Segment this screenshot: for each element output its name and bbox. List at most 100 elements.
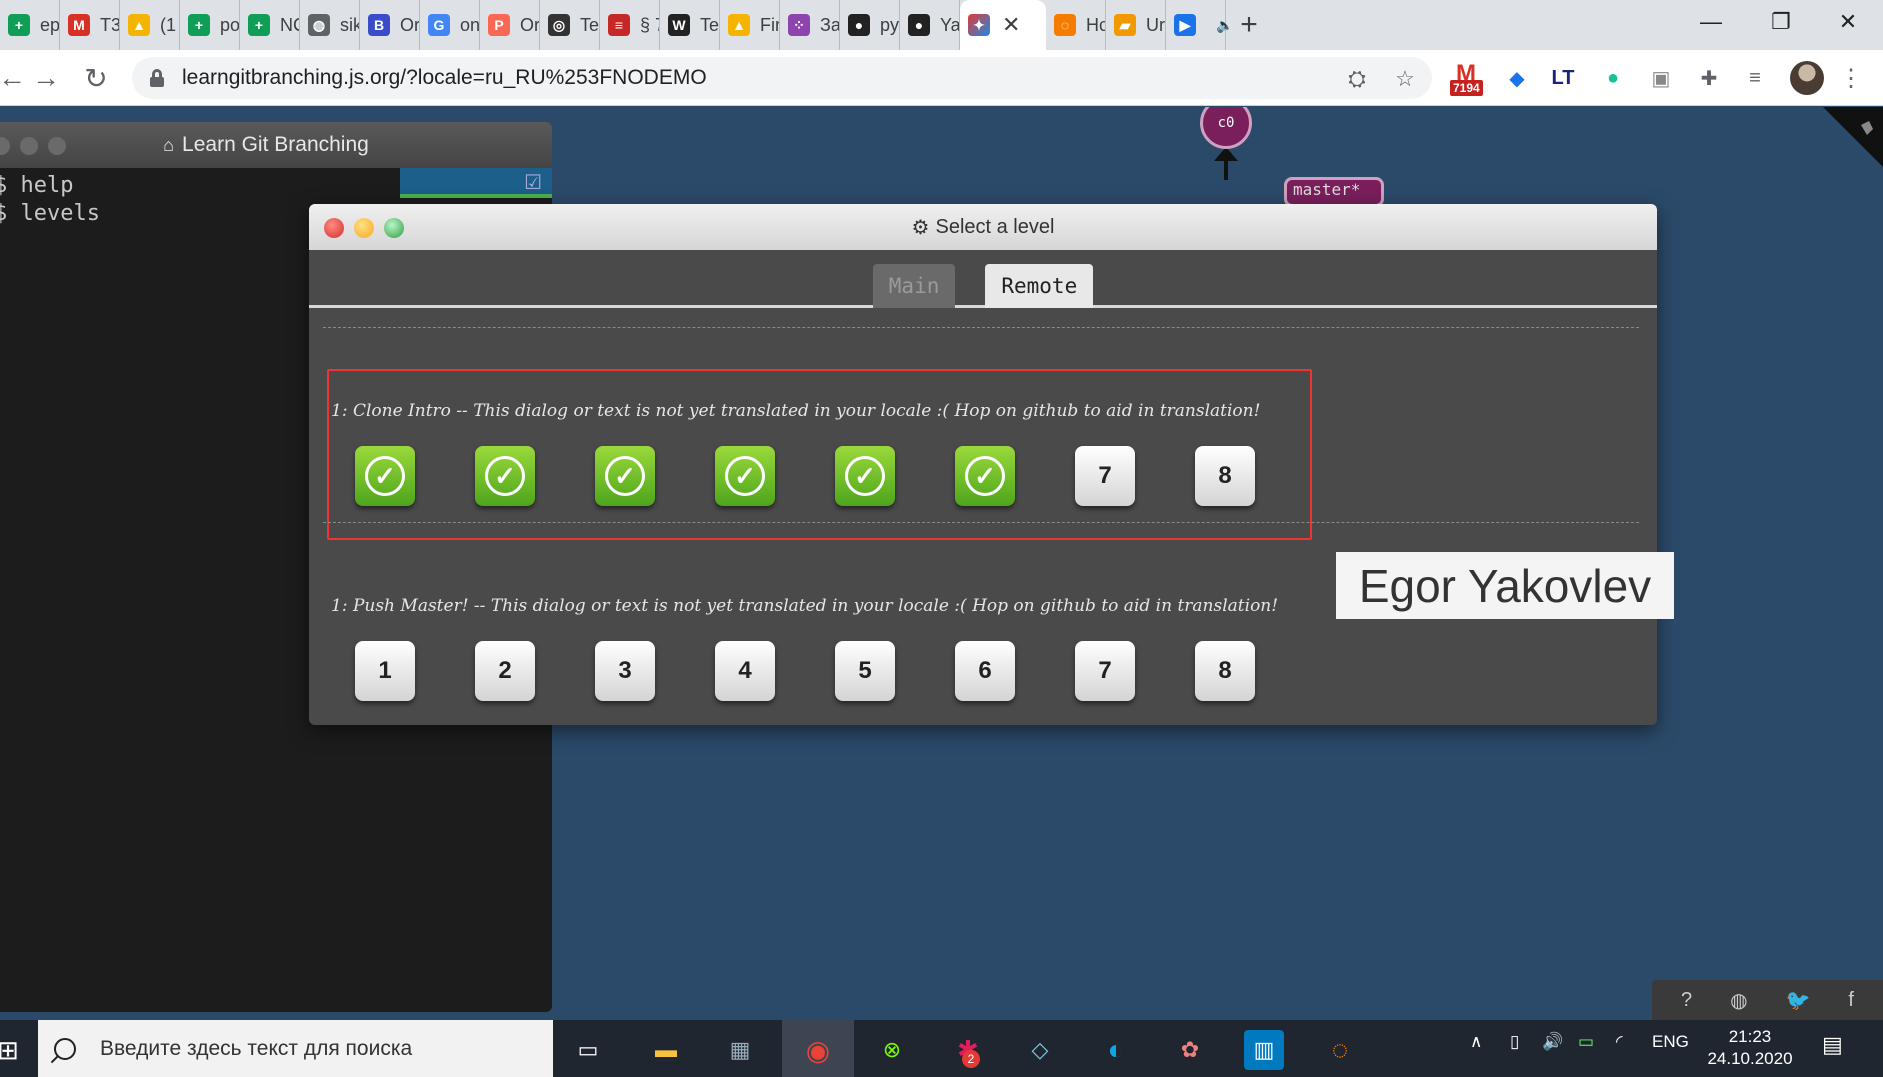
level-button[interactable]: 1 (355, 641, 415, 701)
usb-icon[interactable]: ▯ (1510, 1032, 1519, 1052)
level-button[interactable]: ✓ (475, 446, 535, 506)
lt-extension-icon[interactable]: LT (1548, 63, 1578, 93)
browser-tab[interactable]: W Te (660, 0, 720, 50)
level-button[interactable]: 3 (595, 641, 655, 701)
taskbar-search[interactable]: Введите здесь текст для поиска (38, 1020, 553, 1077)
tray-overflow-icon[interactable]: ∧ (1470, 1032, 1482, 1052)
browser-tab[interactable]: B Or (360, 0, 420, 50)
task-view-icon[interactable]: ▭ (566, 1028, 610, 1072)
browser-menu-icon[interactable]: ⋮ (1836, 63, 1866, 93)
grammarly-icon[interactable]: ● (1598, 63, 1628, 93)
gmail-unread-count: 7194 (1450, 80, 1483, 96)
browser-tab[interactable]: ◍ sik (300, 0, 360, 50)
browser-tab[interactable]: ● Ya (900, 0, 960, 50)
extensions-puzzle-icon[interactable]: ✚ (1694, 63, 1724, 93)
level-button[interactable]: 8 (1195, 641, 1255, 701)
browser-tab[interactable]: ⁘ За (780, 0, 840, 50)
address-bar[interactable]: learngitbranching.js.org/?locale=ru_RU%2… (132, 57, 1432, 99)
close-tab-icon[interactable]: ✕ (1002, 12, 1020, 38)
chrome-icon[interactable]: ◉ (796, 1028, 840, 1072)
gmail-extension-icon[interactable]: M 7194 (1450, 60, 1490, 96)
branch-label[interactable]: master* (1284, 177, 1384, 207)
jupyter-icon[interactable]: ◌ (1318, 1028, 1362, 1072)
app-icon[interactable]: ✿ (1168, 1028, 1212, 1072)
calculator-icon[interactable]: ▦ (718, 1028, 762, 1072)
browser-tab[interactable]: ▰ Ur (1106, 0, 1166, 50)
reload-button[interactable]: ↻ (76, 58, 116, 98)
browser-tab[interactable]: + po (180, 0, 240, 50)
level-button[interactable]: ✓ (595, 446, 655, 506)
language-indicator[interactable]: ENG (1652, 1032, 1689, 1052)
notebook-icon[interactable]: ◇ (1018, 1028, 1062, 1072)
browser-tab[interactable]: M Т3 (60, 0, 120, 50)
tab-main[interactable]: Main (872, 264, 956, 308)
level-button[interactable]: ✓ (715, 446, 775, 506)
github-corner-icon[interactable] (1823, 107, 1883, 167)
level-button[interactable]: ✓ (955, 446, 1015, 506)
command-input-strip[interactable]: ☑ (400, 168, 552, 198)
help-icon[interactable]: ? (1681, 989, 1692, 1012)
media-queue-icon[interactable]: ≡ (1740, 63, 1770, 93)
profile-avatar[interactable] (1790, 61, 1824, 95)
level-button[interactable]: ✓ (835, 446, 895, 506)
forward-button[interactable]: → (26, 58, 66, 98)
tab-remote[interactable]: Remote (985, 264, 1094, 308)
close-light-icon[interactable] (324, 218, 344, 238)
minimize-button[interactable]: — (1676, 0, 1746, 44)
level-button[interactable]: 7 (1075, 641, 1135, 701)
browser-tab[interactable]: Gon (420, 0, 480, 50)
browser-tab[interactable]: ◌ Hc (1046, 0, 1106, 50)
browser-tab[interactable]: ◎ Te (540, 0, 600, 50)
level-button[interactable]: 7 (1075, 446, 1135, 506)
restore-button[interactable]: ❐ (1746, 0, 1816, 44)
browser-tab[interactable]: ▶ 🔈 (1166, 0, 1233, 50)
notifications-icon[interactable]: ▤ (1822, 1032, 1843, 1058)
xbox-icon[interactable]: ⊗ (870, 1028, 914, 1072)
wifi-icon[interactable]: ◜ (1616, 1032, 1623, 1052)
level-button[interactable]: 8 (1195, 446, 1255, 506)
sheets-icon: + (248, 14, 270, 36)
level-button[interactable]: ✓ (355, 446, 415, 506)
minimize-light-icon[interactable] (354, 218, 374, 238)
browser-tab[interactable]: ≡ § 7 (600, 0, 660, 50)
clock[interactable]: 21:23 24.10.2020 (1700, 1026, 1800, 1070)
tab-title: (1 (160, 14, 177, 35)
bookmark-star-icon[interactable]: ☆ (1390, 64, 1420, 94)
translate-icon[interactable]: ⛭ (1342, 64, 1372, 94)
checkmark-icon: ✓ (365, 456, 405, 496)
browser-tab[interactable]: ▲ Fir (720, 0, 780, 50)
level-button[interactable]: 4 (715, 641, 775, 701)
globe-icon[interactable]: ◍ (1730, 988, 1747, 1013)
start-button[interactable]: ⊞ (0, 1028, 30, 1072)
commit-node[interactable]: c0 (1200, 107, 1252, 149)
graduation-cap-icon[interactable]: ◆ (1502, 63, 1532, 93)
url-text[interactable]: learngitbranching.js.org/?locale=ru_RU%2… (182, 66, 707, 90)
battery-icon[interactable]: ▭ (1578, 1032, 1594, 1052)
search-placeholder[interactable]: Введите здесь текст для поиска (100, 1037, 412, 1061)
browser-tab[interactable]: + NC (240, 0, 300, 50)
close-window-button[interactable]: ✕ (1813, 0, 1883, 44)
browser-tab[interactable]: ▲ (1 (120, 0, 180, 50)
twitter-icon[interactable]: 🐦 (1786, 988, 1811, 1013)
level-button[interactable]: 6 (955, 641, 1015, 701)
volume-icon[interactable]: 🔊 (1542, 1032, 1563, 1052)
edge-icon[interactable]: ◐ (1094, 1028, 1138, 1072)
maximize-light-icon[interactable] (384, 218, 404, 238)
audio-playing-icon[interactable]: 🔈 (1216, 17, 1233, 34)
checkbox-icon[interactable]: ☑ (524, 170, 542, 195)
browser-tab[interactable]: + ep (0, 0, 60, 50)
lock-icon[interactable] (150, 69, 164, 87)
profile-card-icon[interactable]: ▣ (1646, 63, 1676, 93)
browser-tab-active[interactable]: ✦ ✕ (960, 0, 1046, 50)
trello-icon[interactable]: ▥ (1244, 1030, 1284, 1070)
browser-tab[interactable]: P Or (480, 0, 540, 50)
facebook-icon[interactable]: f (1848, 989, 1854, 1012)
file-explorer-icon[interactable]: ▬ (644, 1028, 688, 1072)
level-button[interactable]: 5 (835, 641, 895, 701)
tab-title: Te (700, 14, 719, 35)
gear-icon: ⚙ (911, 216, 930, 239)
checkmark-icon: ✓ (965, 456, 1005, 496)
browser-tab[interactable]: ● py (840, 0, 900, 50)
gmail-icon: M (68, 14, 90, 36)
level-button[interactable]: 2 (475, 641, 535, 701)
